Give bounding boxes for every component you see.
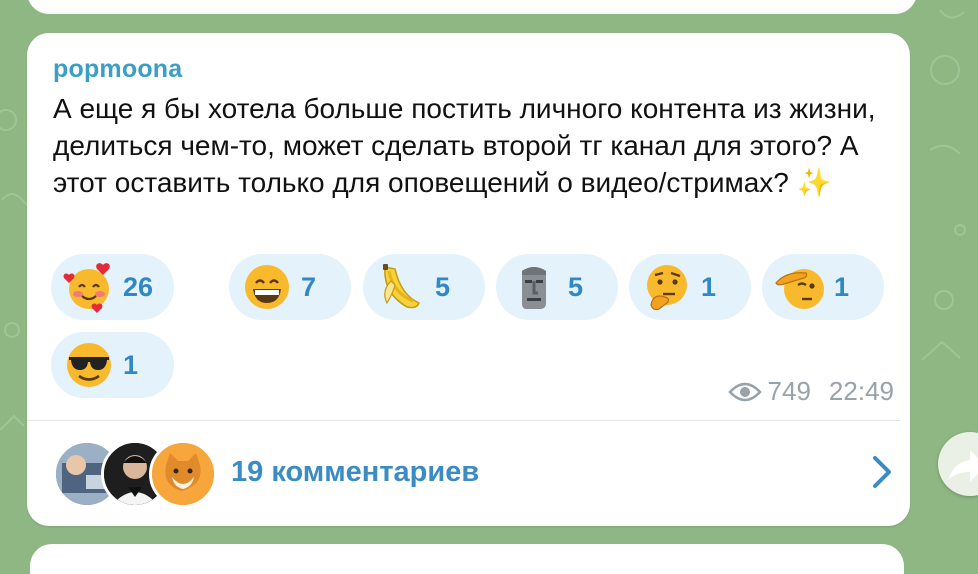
thinking-face-icon xyxy=(647,265,687,311)
reaction-grinning-face[interactable]: 7 xyxy=(229,254,351,320)
share-button[interactable] xyxy=(938,432,978,496)
reaction-count: 1 xyxy=(123,349,139,380)
reaction-count: 7 xyxy=(301,271,317,302)
moai-icon xyxy=(522,267,546,309)
next-message-bubble xyxy=(30,544,904,574)
reaction-banana[interactable]: 5 xyxy=(363,254,485,320)
banana-icon xyxy=(383,264,420,309)
message-time: 22:49 xyxy=(828,376,894,406)
comments-label: 19 комментариев xyxy=(231,456,480,488)
reaction-smiling-face-with-hearts[interactable]: 26 xyxy=(51,254,174,320)
divider xyxy=(27,420,900,421)
sunglasses-face-icon xyxy=(67,343,111,387)
share-arrow-icon xyxy=(948,450,978,482)
grinning-face-icon xyxy=(245,265,289,309)
message-text: А еще я бы хотела больше постить личного… xyxy=(53,93,876,198)
reaction-count: 26 xyxy=(123,271,154,302)
message-author[interactable]: popmoona xyxy=(53,55,182,84)
reaction-thinking-face[interactable]: 1 xyxy=(629,254,751,320)
reaction-count: 1 xyxy=(701,271,717,302)
message-meta: 749 22:49 xyxy=(727,376,894,407)
view-count: 749 xyxy=(767,376,811,406)
comments-button[interactable]: 19 комментариев xyxy=(53,438,903,508)
chevron-right-icon xyxy=(873,456,891,488)
previous-message-bubble xyxy=(27,0,917,14)
reaction-count: 5 xyxy=(435,271,451,302)
message-bubble[interactable]: popmoona А еще я бы хотела больше постит… xyxy=(27,33,910,526)
reaction-moai[interactable]: 5 xyxy=(496,254,618,320)
reaction-count: 1 xyxy=(834,271,850,302)
eye-icon xyxy=(727,382,762,401)
reaction-saluting-face[interactable]: 1 xyxy=(762,254,884,320)
commenter-avatar xyxy=(149,440,217,508)
reaction-count: 5 xyxy=(568,271,584,302)
saluting-face-icon xyxy=(775,269,824,309)
reaction-sunglasses-face[interactable]: 1 xyxy=(51,332,174,398)
smiling-face-with-hearts-icon xyxy=(63,263,110,313)
